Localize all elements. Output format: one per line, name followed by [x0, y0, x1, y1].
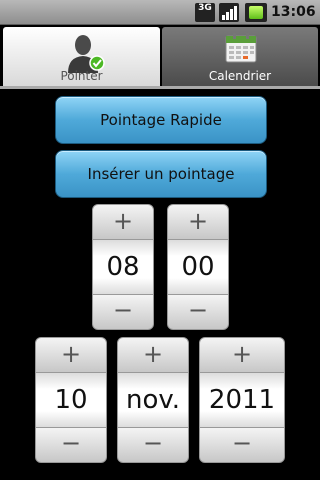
day-picker: + 10 − — [35, 337, 107, 463]
tab-pointer-label: Pointer — [60, 69, 103, 83]
hour-value[interactable]: 08 — [92, 240, 154, 294]
minute-increment-button[interactable]: + — [167, 204, 229, 240]
insert-entry-button[interactable]: Insérer un pointage — [55, 150, 267, 198]
tab-bar: Pointer Calendrier — [0, 25, 320, 88]
tab-calendrier-label: Calendrier — [208, 69, 272, 83]
month-picker: + nov. − — [117, 337, 189, 463]
year-decrement-button[interactable]: − — [199, 427, 285, 463]
network-type: 3G — [198, 3, 212, 13]
quick-clock-button[interactable]: Pointage Rapide — [55, 96, 267, 144]
tab-divider — [0, 86, 320, 89]
month-decrement-button[interactable]: − — [117, 427, 189, 463]
minute-decrement-button[interactable]: − — [167, 294, 229, 330]
hour-increment-button[interactable]: + — [92, 204, 154, 240]
status-bar: 3G 13:06 — [0, 0, 320, 25]
year-picker: + 2011 − — [199, 337, 285, 463]
day-increment-button[interactable]: + — [35, 337, 107, 373]
person-check-icon — [68, 35, 105, 73]
hour-picker: + 08 − — [92, 204, 154, 330]
month-value[interactable]: nov. — [117, 373, 189, 427]
tab-calendrier[interactable]: Calendrier — [162, 27, 318, 88]
clock: 13:06 — [271, 4, 316, 20]
network-3g-icon: 3G — [195, 3, 215, 22]
calendar-icon — [225, 33, 257, 63]
hour-decrement-button[interactable]: − — [92, 294, 154, 330]
minute-picker: + 00 − — [167, 204, 229, 330]
tab-pointer[interactable]: Pointer — [3, 27, 160, 88]
day-decrement-button[interactable]: − — [35, 427, 107, 463]
year-increment-button[interactable]: + — [199, 337, 285, 373]
day-value[interactable]: 10 — [35, 373, 107, 427]
battery-icon — [245, 3, 267, 22]
month-increment-button[interactable]: + — [117, 337, 189, 373]
minute-value[interactable]: 00 — [167, 240, 229, 294]
year-value[interactable]: 2011 — [199, 373, 285, 427]
signal-icon — [219, 3, 239, 22]
